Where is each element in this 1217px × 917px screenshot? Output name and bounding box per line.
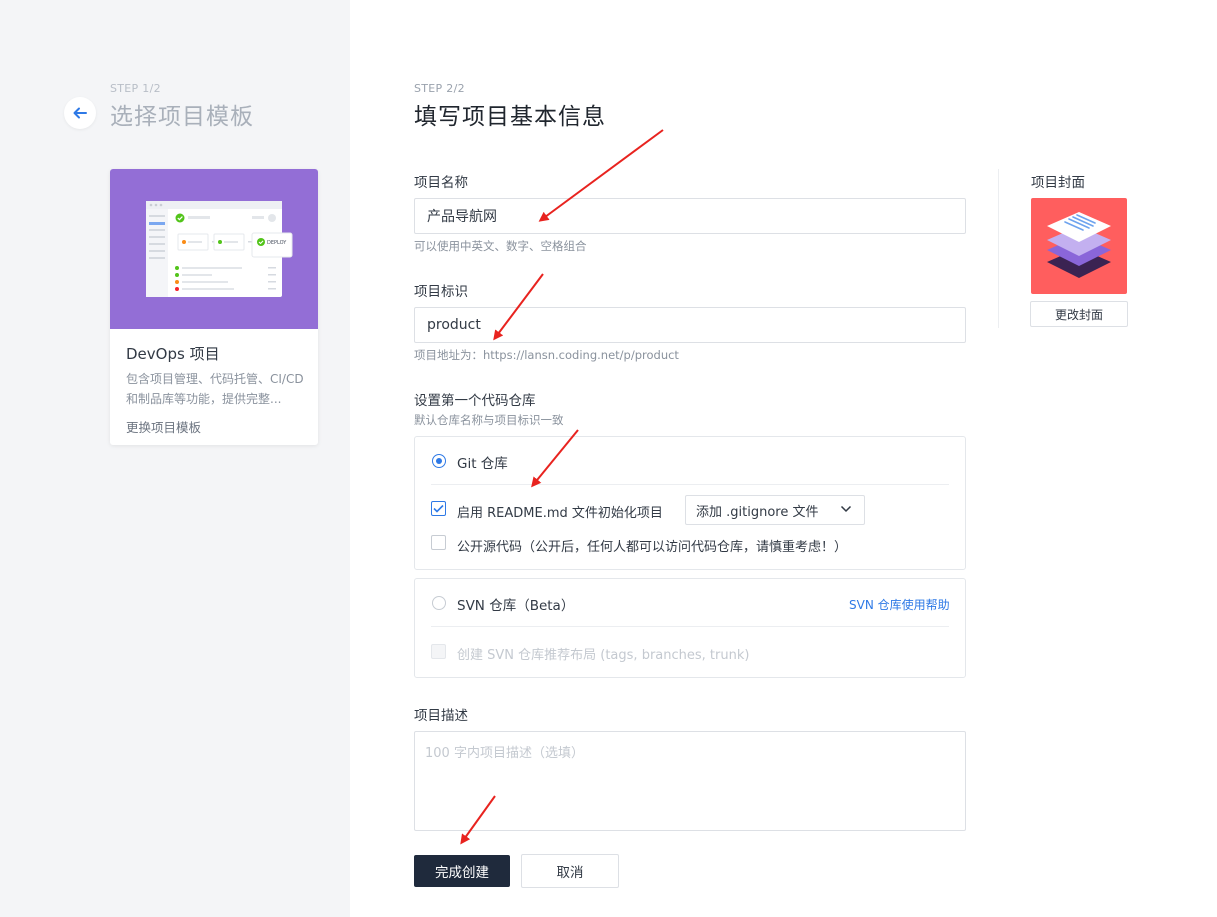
svn-repo-option[interactable] bbox=[414, 578, 966, 678]
create-project-button[interactable]: 完成创建 bbox=[414, 855, 510, 887]
check-icon bbox=[433, 504, 444, 513]
project-name-input[interactable]: 产品导航网 bbox=[414, 198, 966, 234]
project-description-label: 项目描述 bbox=[414, 708, 468, 724]
back-button[interactable] bbox=[64, 97, 96, 129]
readme-checkbox[interactable] bbox=[431, 501, 446, 516]
project-url-hint: 项目地址为：https://lansn.coding.net/p/product bbox=[414, 348, 679, 362]
project-name-label: 项目名称 bbox=[414, 175, 468, 191]
template-description: 包含项目管理、代码托管、CI/CD 和制品库等功能，提供完整... bbox=[126, 372, 304, 406]
chevron-down-icon bbox=[840, 505, 852, 513]
divider bbox=[431, 484, 949, 485]
change-template-link[interactable]: 更换项目模板 bbox=[126, 417, 201, 436]
project-identifier-label: 项目标识 bbox=[414, 284, 468, 300]
project-identifier-input[interactable]: product bbox=[414, 307, 966, 343]
step-indicator: STEP 1/2 bbox=[110, 82, 161, 95]
template-card[interactable]: DEPLOY DevOps 项目 包含项目管理、代码托管、CI/CD 和制品库等… bbox=[110, 169, 318, 445]
svn-repo-label: SVN 仓库（Beta） bbox=[457, 598, 575, 614]
readme-label: 启用 README.md 文件初始化项目 bbox=[457, 506, 663, 521]
git-repo-radio[interactable] bbox=[432, 454, 446, 468]
public-source-checkbox[interactable] bbox=[431, 535, 446, 550]
project-description-input[interactable] bbox=[414, 731, 966, 831]
deploy-badge-text: DEPLOY bbox=[267, 240, 287, 246]
public-source-label: 公开源代码（公开后，任何人都可以访问代码仓库，请慎重考虑！） bbox=[457, 540, 848, 555]
svn-layout-label: 创建 SVN 仓库推荐布局 (tags, branches, trunk) bbox=[457, 648, 750, 663]
template-pane: STEP 1/2 选择项目模板 DEPLOY DevOps 项目 包含项目管理、… bbox=[0, 0, 350, 917]
arrow-left-icon bbox=[73, 107, 87, 119]
change-cover-button[interactable]: 更改封面 bbox=[1030, 301, 1128, 327]
step-indicator: STEP 2/2 bbox=[414, 82, 465, 95]
layers-icon bbox=[1047, 212, 1111, 278]
divider bbox=[998, 169, 999, 328]
gitignore-select[interactable]: 添加 .gitignore 文件 bbox=[685, 495, 865, 525]
svn-help-link[interactable]: SVN 仓库使用帮助 bbox=[849, 596, 950, 613]
repo-section-label: 设置第一个代码仓库 bbox=[414, 393, 536, 409]
cover-label: 项目封面 bbox=[1031, 175, 1085, 191]
divider bbox=[431, 626, 949, 627]
project-name-hint: 可以使用中英文、数字、空格组合 bbox=[414, 239, 587, 253]
cover-image bbox=[1031, 198, 1127, 294]
cancel-button[interactable]: 取消 bbox=[521, 854, 619, 888]
svn-repo-radio[interactable] bbox=[432, 596, 446, 610]
template-name: DevOps 项目 bbox=[126, 345, 220, 363]
repo-section-hint: 默认仓库名称与项目标识一致 bbox=[414, 413, 564, 427]
svn-layout-checkbox[interactable] bbox=[431, 644, 446, 659]
template-preview-image: DEPLOY bbox=[110, 169, 318, 329]
gitignore-select-value: 添加 .gitignore 文件 bbox=[696, 504, 819, 520]
page-title: 填写项目基本信息 bbox=[414, 104, 606, 130]
step-title: 选择项目模板 bbox=[110, 104, 254, 130]
git-repo-label: Git 仓库 bbox=[457, 456, 508, 472]
